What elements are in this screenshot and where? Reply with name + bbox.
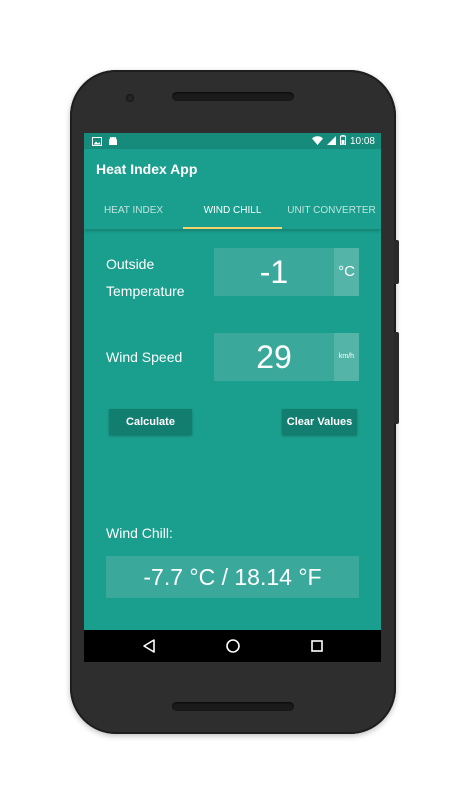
tab-unit-converter[interactable]: UNIT CONVERTER [282,197,381,229]
wind-chill-result: -7.7 °C / 18.14 °F [106,556,359,598]
temperature-label-line1: Outside [106,256,155,272]
power-button [394,240,399,284]
tab-heat-index[interactable]: HEAT INDEX [84,197,183,229]
calculate-button[interactable]: Calculate [109,409,192,435]
bottom-speaker [172,702,294,711]
tab-wind-chill[interactable]: WIND CHILL [183,197,282,229]
wind-speed-label: Wind Speed [106,349,183,365]
temperature-label-line2: Temperature [106,283,185,299]
app-title: Heat Index App [96,161,198,177]
signal-icon [326,135,336,148]
temperature-label: Outside Temperature [106,251,185,305]
app-bar: Heat Index App HEAT INDEX WIND CHILL UNI… [84,149,381,229]
volume-button [394,332,399,424]
wind-unit-button[interactable]: km/h [334,333,359,381]
wind-chill-label: Wind Chill: [106,525,173,541]
status-bar: 10:08 [84,133,381,149]
image-icon [92,136,102,149]
navigation-bar [84,630,381,662]
wifi-icon [311,135,323,148]
temperature-unit-button[interactable]: °C [334,248,359,296]
phone-frame: 10:08 Heat Index App HEAT INDEX WIND CHI… [70,70,399,734]
clear-values-button[interactable]: Clear Values [282,409,357,435]
battery-icon [339,135,346,148]
recents-icon[interactable] [310,638,324,659]
top-speaker [172,92,294,101]
screen: 10:08 Heat Index App HEAT INDEX WIND CHI… [84,133,381,662]
tab-bar: HEAT INDEX WIND CHILL UNIT CONVERTER [84,197,381,229]
home-icon[interactable] [225,638,241,659]
android-icon [108,136,118,149]
wind-chill-form: Outside Temperature -1 °C Wind Speed 29 … [84,229,381,630]
wind-speed-input[interactable]: 29 [214,333,334,381]
back-icon[interactable] [142,638,156,659]
clock: 10:08 [349,136,375,147]
front-camera [126,94,134,102]
temperature-input[interactable]: -1 [214,248,334,296]
